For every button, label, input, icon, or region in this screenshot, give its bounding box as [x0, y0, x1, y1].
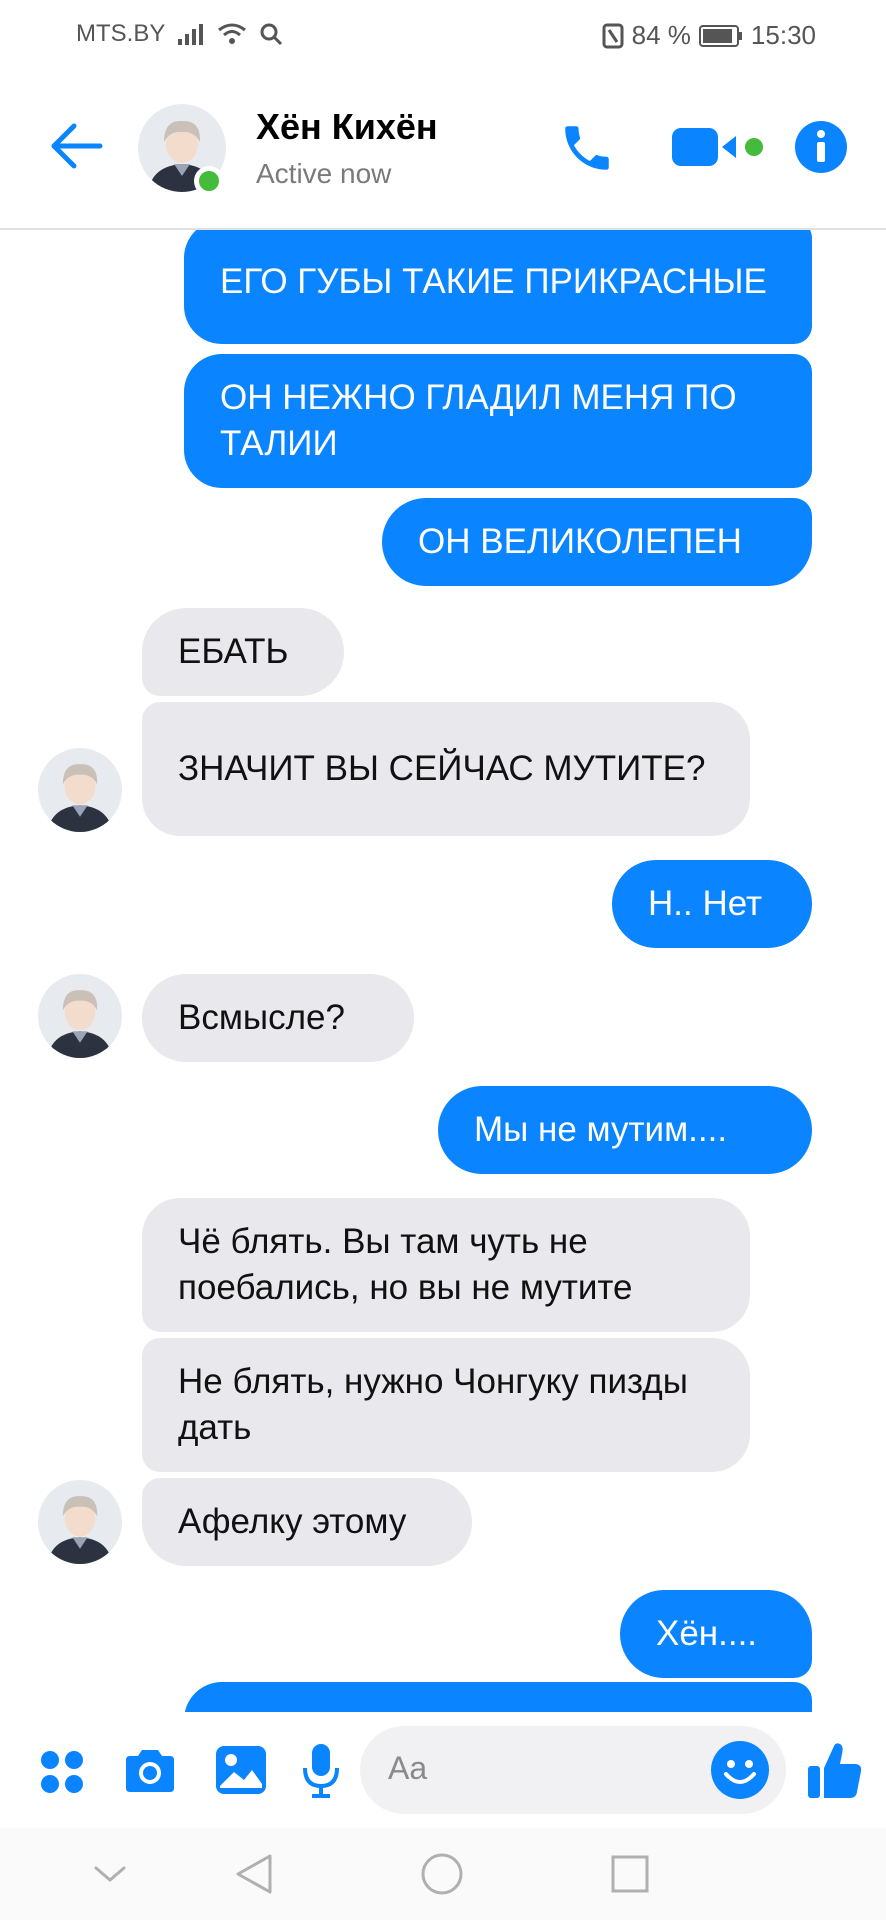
- apps-icon[interactable]: [38, 1748, 86, 1796]
- nfc-icon: [602, 23, 624, 48]
- message-bubble-incoming[interactable]: Не блять, нужно Чонгуку пизды дать: [142, 1338, 750, 1472]
- info-icon[interactable]: [794, 120, 848, 174]
- message-input[interactable]: Aa: [360, 1726, 786, 1814]
- nav-collapse-icon[interactable]: [92, 1862, 128, 1886]
- message-bubble-outgoing[interactable]: Мы не мутим....: [438, 1086, 812, 1174]
- gallery-icon[interactable]: [214, 1744, 268, 1796]
- message-bubble-outgoing[interactable]: ОН ВЕЛИКОЛЕПЕН: [382, 498, 812, 586]
- battery-percent: 84 %: [631, 20, 691, 50]
- message-bubble-incoming[interactable]: Афелку этому: [142, 1478, 472, 1566]
- camera-icon[interactable]: [122, 1746, 178, 1796]
- battery-icon: [698, 24, 742, 47]
- wifi-icon: [218, 23, 247, 44]
- message-bubble-outgoing[interactable]: ЕГО ГУБЫ ТАКИЕ ПРИКРАСНЫЕ: [184, 230, 812, 344]
- clock: 15:30: [750, 20, 816, 50]
- nav-home-icon[interactable]: [420, 1852, 464, 1896]
- like-icon[interactable]: [806, 1740, 864, 1800]
- system-nav-bar: [0, 1828, 886, 1920]
- message-composer: Aa: [0, 1712, 886, 1828]
- message-text: Чё блять. Вы там чуть не поебались, но в…: [178, 1222, 633, 1307]
- message-bubble-incoming[interactable]: ЕБАТЬ: [142, 608, 344, 696]
- message-bubble-incoming[interactable]: ЗНАЧИТ ВЫ СЕЙЧАС МУТИТЕ?: [142, 702, 750, 836]
- message-text: ЕГО ГУБЫ ТАКИЕ ПРИКРАСНЫЕ: [220, 262, 767, 301]
- microphone-icon[interactable]: [302, 1742, 340, 1798]
- message-bubble-incoming[interactable]: Чё блять. Вы там чуть не поебались, но в…: [142, 1198, 750, 1332]
- message-text: ЗНАЧИТ ВЫ СЕЙЧАС МУТИТЕ?: [178, 749, 706, 788]
- emoji-icon[interactable]: [710, 1740, 770, 1800]
- message-bubble-outgoing[interactable]: ОН НЕЖНО ГЛАДИЛ МЕНЯ ПО ТАЛИИ: [184, 354, 812, 488]
- message-text: Мы не мутим....: [474, 1110, 728, 1149]
- phone-icon[interactable]: [558, 118, 616, 178]
- contact-name[interactable]: Хён Кихён: [256, 106, 438, 148]
- message-bubble-outgoing[interactable]: Н.. Нет: [612, 860, 812, 948]
- signal-icon: [178, 24, 204, 45]
- search-icon: [260, 23, 283, 46]
- message-bubble-outgoing-partial[interactable]: [184, 1682, 812, 1712]
- message-bubble-outgoing[interactable]: Хён....: [620, 1590, 812, 1678]
- active-status-dot: [194, 166, 224, 196]
- nav-recents-icon[interactable]: [610, 1854, 650, 1894]
- message-input-placeholder: Aa: [388, 1750, 428, 1786]
- video-call-icon[interactable]: [672, 124, 768, 170]
- status-bar: MTS.BY 84 % 15:30: [0, 0, 886, 70]
- message-text: Хён....: [656, 1614, 758, 1653]
- message-text: Всмысле?: [178, 998, 345, 1037]
- back-arrow-icon[interactable]: [48, 120, 104, 172]
- message-text: Н.. Нет: [648, 884, 763, 923]
- message-bubble-incoming[interactable]: Всмысле?: [142, 974, 414, 1062]
- chat-header: Хён Кихён Active now: [0, 70, 886, 230]
- active-status-label: Active now: [256, 158, 392, 189]
- message-list[interactable]: ЕГО ГУБЫ ТАКИЕ ПРИКРАСНЫЕ ОН НЕЖНО ГЛАДИ…: [0, 230, 886, 1712]
- message-text: Афелку этому: [178, 1502, 407, 1541]
- carrier-label: MTS.BY: [76, 20, 166, 47]
- contact-avatar-small[interactable]: [38, 974, 122, 1058]
- message-text: Не блять, нужно Чонгуку пизды дать: [178, 1362, 688, 1447]
- nav-back-icon[interactable]: [234, 1852, 274, 1896]
- message-text: ОН НЕЖНО ГЛАДИЛ МЕНЯ ПО ТАЛИИ: [220, 378, 737, 463]
- contact-avatar-small[interactable]: [38, 1480, 122, 1564]
- message-text: ОН ВЕЛИКОЛЕПЕН: [418, 522, 742, 561]
- contact-avatar-small[interactable]: [38, 748, 122, 832]
- message-text: ЕБАТЬ: [178, 632, 289, 671]
